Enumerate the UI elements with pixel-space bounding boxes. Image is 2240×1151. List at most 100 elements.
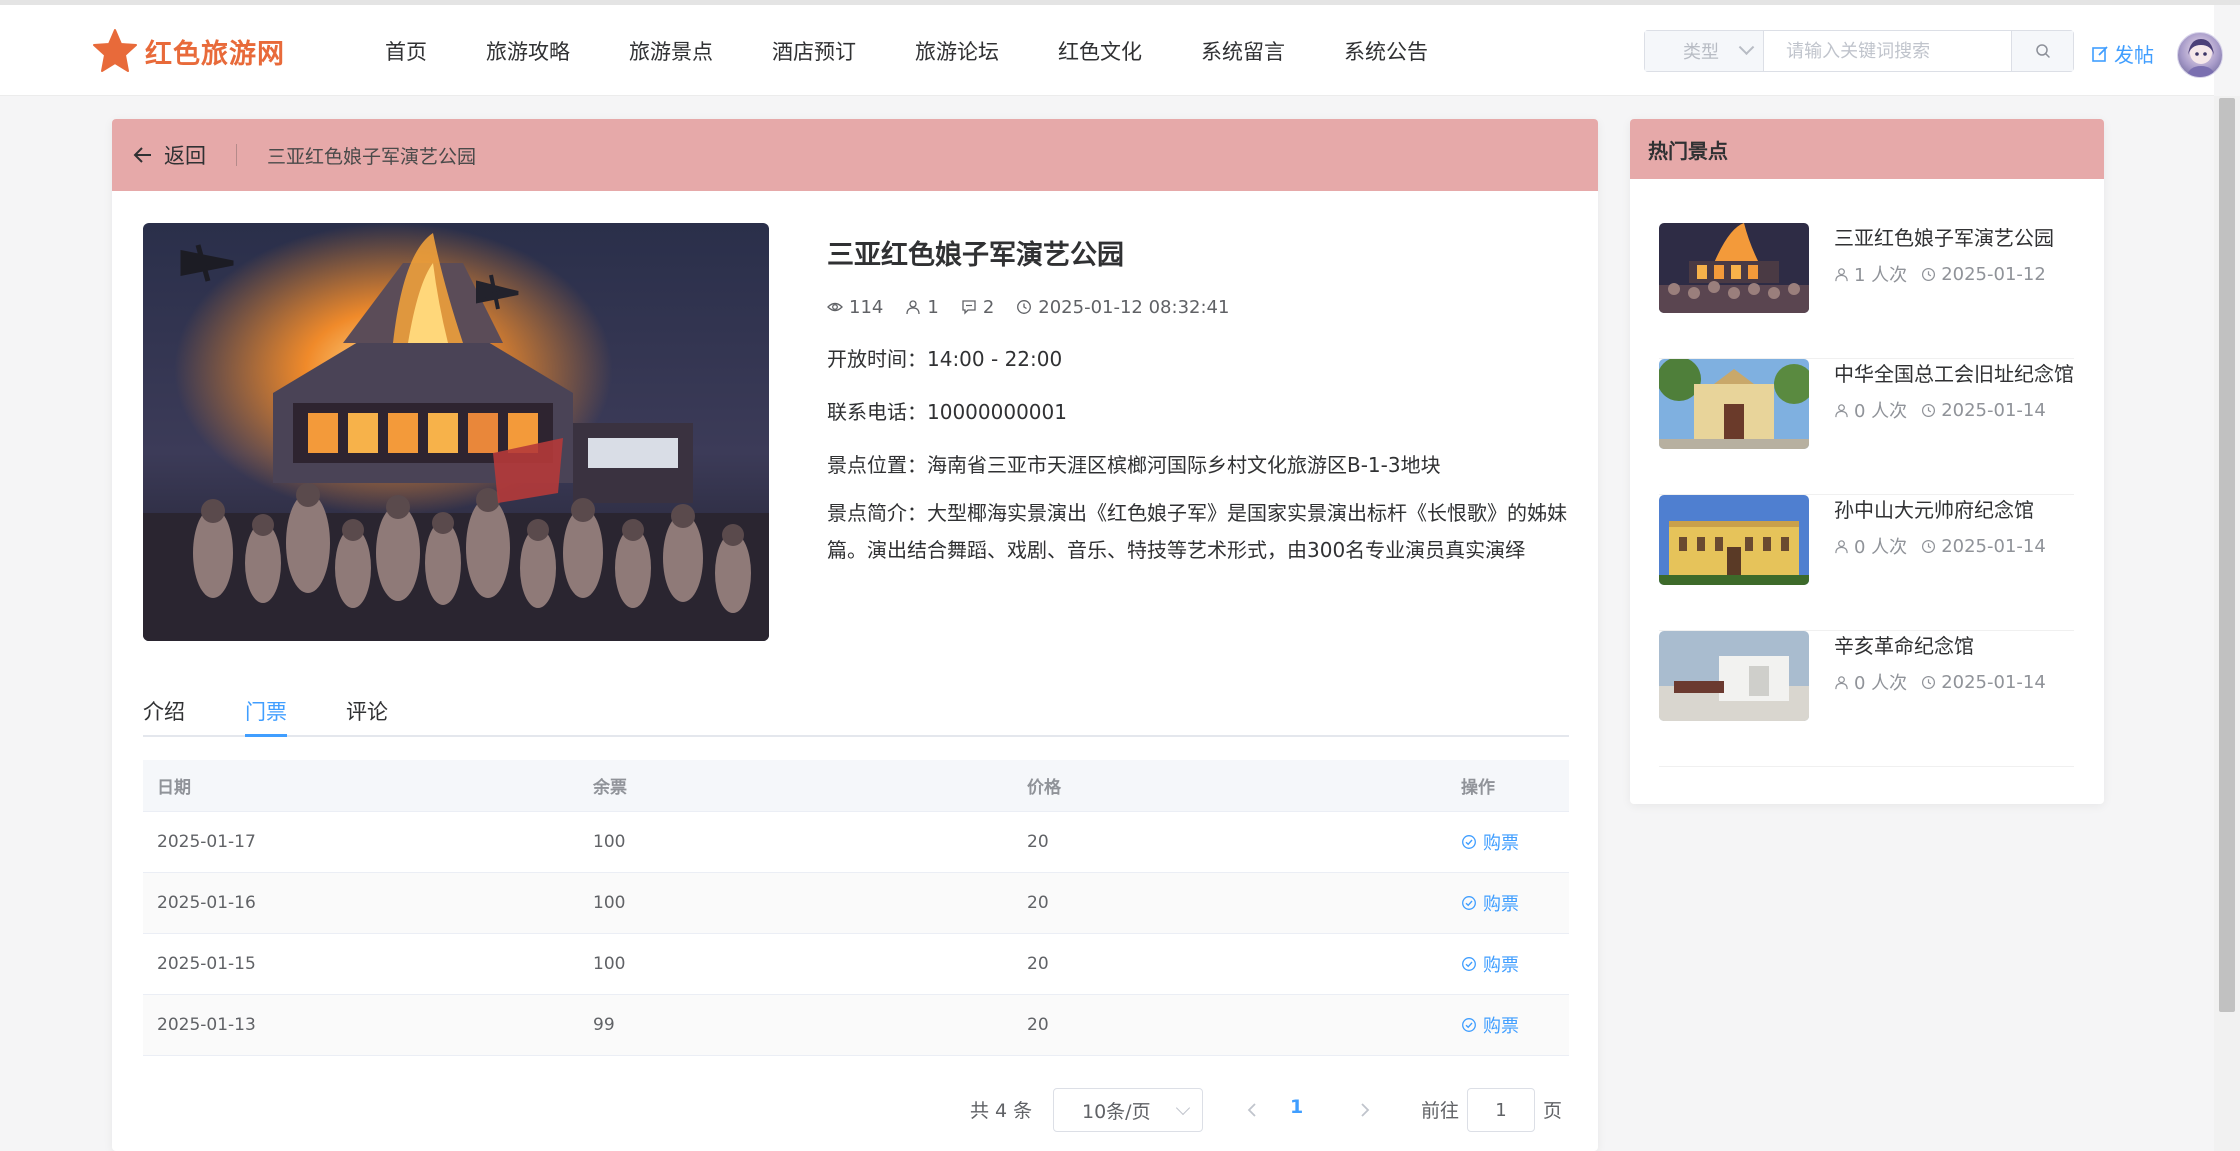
nav-item-hotels[interactable]: 酒店预订 xyxy=(772,36,856,66)
user-icon xyxy=(1835,539,1848,553)
page-size-label: 10条/页 xyxy=(1082,1100,1151,1123)
comment-icon xyxy=(962,300,976,315)
user-icon xyxy=(1835,403,1848,417)
detail-tabs: 介绍 门票 评论 xyxy=(143,689,1569,737)
next-page-icon[interactable] xyxy=(1355,1098,1375,1122)
likes-stat: 1 xyxy=(905,297,939,318)
clock-icon xyxy=(1922,267,1936,281)
spot-thumbnail[interactable] xyxy=(1659,495,1809,585)
avatar[interactable] xyxy=(2177,32,2223,78)
buy-ticket-button[interactable]: 购票 xyxy=(1461,890,1569,916)
tab-tickets[interactable]: 门票 xyxy=(245,689,287,737)
clock-icon xyxy=(1017,300,1032,314)
main-nav: 首页 旅游攻略 旅游景点 酒店预订 旅游论坛 红色文化 系统留言 系统公告 xyxy=(385,5,1487,96)
hot-spots-title: 热门景点 xyxy=(1630,119,2104,179)
open-time: 开放时间：14:00 - 22:00 xyxy=(827,347,1063,371)
search-group: 类型 xyxy=(1644,30,2074,72)
goto-page-input[interactable] xyxy=(1467,1088,1535,1132)
edit-icon xyxy=(2092,45,2108,62)
nav-item-home[interactable]: 首页 xyxy=(385,36,427,66)
table-row: 2025-01-15 100 20 购票 xyxy=(143,934,1569,995)
cell-date: 2025-01-13 xyxy=(157,1015,256,1035)
clock-icon xyxy=(1922,539,1936,553)
spot-name[interactable]: 中华全国总工会旧址纪念馆 xyxy=(1834,359,2074,389)
buy-ticket-button[interactable]: 购票 xyxy=(1461,1012,1569,1038)
buy-ticket-label: 购票 xyxy=(1483,833,1519,854)
nav-item-red-culture[interactable]: 红色文化 xyxy=(1058,36,1142,66)
table-row: 2025-01-17 100 20 购票 xyxy=(143,812,1569,873)
list-item[interactable]: 孙中山大元帅府纪念馆 0 人次 2025-01-14 xyxy=(1659,495,2074,631)
prev-page-icon[interactable] xyxy=(1242,1098,1262,1122)
thumbnail-image xyxy=(1659,223,1809,313)
page-number-current[interactable]: 1 xyxy=(1290,1096,1303,1118)
spot-intro: 景点简介：大型椰海实景演出《红色娘子军》是国家实景演出标杆《长恨歌》的姊妹篇。演… xyxy=(827,501,1567,562)
views-stat: 114 xyxy=(827,297,883,318)
back-label: 返回 xyxy=(164,144,206,168)
thumbnail-image xyxy=(1659,495,1809,585)
spot-thumbnail[interactable] xyxy=(1659,359,1809,449)
back-button[interactable]: 返回 xyxy=(132,140,206,170)
spot-name[interactable]: 三亚红色娘子军演艺公园 xyxy=(1834,223,2074,253)
col-date: 日期 xyxy=(157,778,191,798)
chevron-down-icon xyxy=(1738,38,1755,55)
contact-phone: 联系电话：10000000001 xyxy=(827,400,1067,424)
page-suffix: 页 xyxy=(1543,1100,1563,1122)
cover-illustration xyxy=(143,223,769,641)
comments-count: 2 xyxy=(982,296,995,318)
tab-comments[interactable]: 评论 xyxy=(346,689,388,735)
site-logo[interactable]: 红色旅游网 xyxy=(91,27,285,75)
spot-location: 景点位置：海南省三亚市天涯区槟榔河国际乡村文化旅游区B-1-3地块 xyxy=(827,453,1441,477)
search-input[interactable] xyxy=(1764,31,2012,71)
type-select-label: 类型 xyxy=(1683,42,1719,63)
spot-date: 2025-01-14 xyxy=(1941,399,2046,421)
search-button[interactable] xyxy=(2011,31,2073,71)
page-scrollbar[interactable] xyxy=(2214,96,2240,1151)
check-circle-icon xyxy=(1462,1018,1476,1032)
list-item[interactable]: 中华全国总工会旧址纪念馆 0 人次 2025-01-14 xyxy=(1659,359,2074,495)
nav-item-guides[interactable]: 旅游攻略 xyxy=(486,36,570,66)
pagination-total: 共 4 条 xyxy=(970,1100,1033,1122)
list-item[interactable]: 辛亥革命纪念馆 0 人次 2025-01-14 xyxy=(1659,631,2074,767)
spot-thumbnail[interactable] xyxy=(1659,631,1809,721)
hot-spots-list: 三亚红色娘子军演艺公园 1 人次 2025-01-12 中华全国总工会旧址纪念馆… xyxy=(1659,223,2074,767)
page-title: 三亚红色娘子军演艺公园 xyxy=(267,145,477,168)
spot-name[interactable]: 孙中山大元帅府纪念馆 xyxy=(1834,495,2074,525)
cell-price: 20 xyxy=(1027,1015,1049,1035)
spot-thumbnail[interactable] xyxy=(1659,223,1809,313)
spot-info: 三亚红色娘子军演艺公园 114 1 2 2025-01-12 08:32:41 … xyxy=(827,236,1567,569)
col-action: 操作 xyxy=(1461,778,1495,798)
type-select[interactable]: 类型 xyxy=(1645,31,1765,71)
cell-date: 2025-01-17 xyxy=(157,832,256,852)
cell-price: 20 xyxy=(1027,893,1049,913)
visit-count: 1 人次 xyxy=(1854,265,1908,286)
hot-spots-card: 热门景点 三亚红色娘子军演艺公园 1 人次 2025-01-12 中华全国总工会… xyxy=(1630,119,2104,804)
spot-meta: 114 1 2 2025-01-12 08:32:41 xyxy=(827,294,1567,320)
check-circle-icon xyxy=(1462,896,1476,910)
cell-price: 20 xyxy=(1027,832,1049,852)
table-header: 日期 余票 价格 操作 xyxy=(143,760,1569,812)
scrollbar-thumb[interactable] xyxy=(2219,98,2235,1012)
site-name: 红色旅游网 xyxy=(145,38,285,70)
spot-date: 2025-01-12 xyxy=(1941,263,2046,285)
tab-intro[interactable]: 介绍 xyxy=(143,689,185,735)
buy-ticket-button[interactable]: 购票 xyxy=(1461,951,1569,977)
buy-ticket-label: 购票 xyxy=(1483,1016,1519,1037)
page-size-select[interactable]: 10条/页 xyxy=(1053,1088,1203,1132)
spot-name[interactable]: 辛亥革命纪念馆 xyxy=(1834,631,2074,661)
user-icon xyxy=(906,300,921,315)
user-icon xyxy=(1835,675,1848,689)
post-button[interactable]: 发帖 xyxy=(2091,39,2154,68)
buy-ticket-button[interactable]: 购票 xyxy=(1461,829,1569,855)
nav-item-attractions[interactable]: 旅游景点 xyxy=(629,36,713,66)
spot-cover-image xyxy=(143,223,769,641)
cell-date: 2025-01-15 xyxy=(157,954,256,974)
nav-item-announcements[interactable]: 系统公告 xyxy=(1344,36,1428,66)
nav-item-forum[interactable]: 旅游论坛 xyxy=(915,36,999,66)
col-price: 价格 xyxy=(1027,778,1061,798)
spot-date: 2025-01-14 xyxy=(1941,671,2046,693)
cell-remaining: 99 xyxy=(593,1015,615,1035)
list-item[interactable]: 三亚红色娘子军演艺公园 1 人次 2025-01-12 xyxy=(1659,223,2074,359)
nav-item-messages[interactable]: 系统留言 xyxy=(1201,36,1285,66)
ticket-table: 日期 余票 价格 操作 2025-01-17 100 20 购票 2025-01… xyxy=(143,760,1569,1056)
visit-count: 0 人次 xyxy=(1854,673,1908,694)
